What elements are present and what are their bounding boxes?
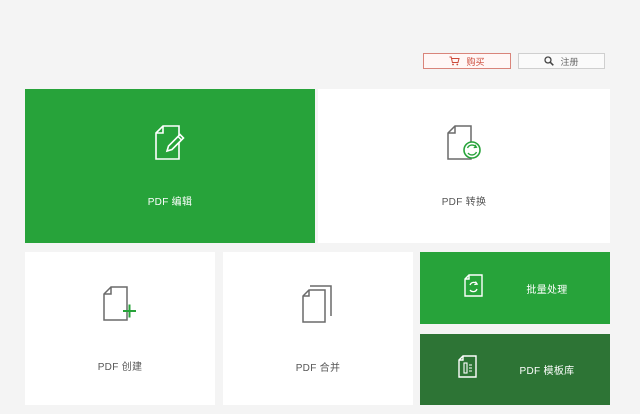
template-library-icon bbox=[456, 354, 480, 385]
buy-label: 购买 bbox=[466, 56, 485, 67]
pdf-convert-label: PDF 转换 bbox=[441, 197, 487, 208]
batch-process-icon bbox=[462, 273, 486, 304]
search-icon bbox=[544, 56, 555, 66]
batch-process-label: 批量处理 bbox=[526, 284, 568, 296]
pdf-edit-tile[interactable]: PDF 编辑 bbox=[25, 89, 315, 243]
pdf-create-tile[interactable]: PDF 创建 bbox=[25, 252, 215, 405]
batch-process-tile[interactable]: 批量处理 bbox=[420, 252, 610, 324]
register-button[interactable]: 注册 bbox=[518, 53, 605, 69]
register-label: 注册 bbox=[560, 56, 579, 67]
cart-icon bbox=[449, 56, 461, 66]
pdf-template-tile[interactable]: PDF 模板库 bbox=[420, 334, 610, 405]
document-convert-icon bbox=[445, 124, 483, 167]
pdf-template-label: PDF 模板库 bbox=[519, 366, 575, 377]
documents-merge-icon bbox=[300, 284, 336, 329]
pdf-create-label: PDF 创建 bbox=[97, 361, 143, 373]
buy-button[interactable]: 购买 bbox=[423, 53, 511, 69]
pdf-edit-label: PDF 编辑 bbox=[147, 197, 193, 208]
pdf-convert-tile[interactable]: PDF 转换 bbox=[318, 89, 610, 243]
pdf-merge-tile[interactable]: PDF 合并 bbox=[223, 252, 413, 405]
document-edit-icon bbox=[153, 124, 187, 167]
pdf-merge-label: PDF 合并 bbox=[295, 362, 341, 374]
document-add-icon bbox=[101, 285, 139, 328]
